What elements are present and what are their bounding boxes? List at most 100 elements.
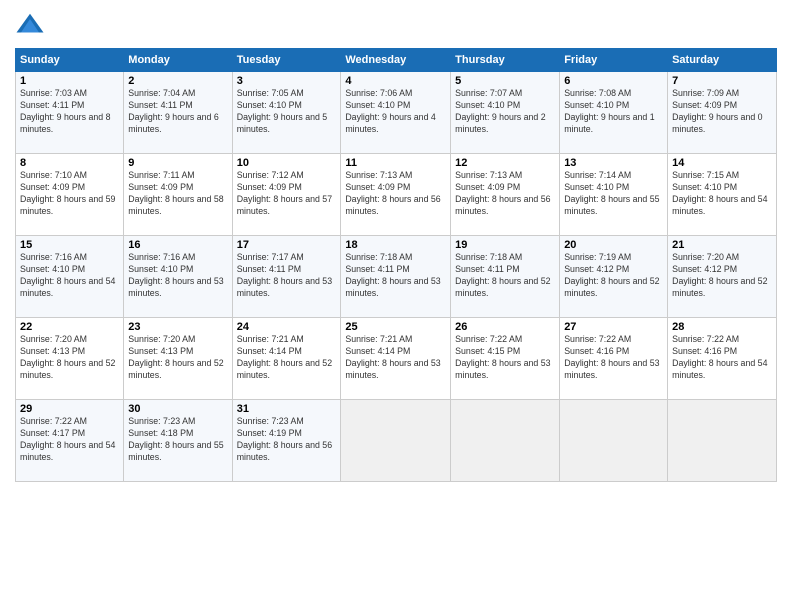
weekday-header-friday: Friday: [560, 49, 668, 72]
calendar-cell: 1Sunrise: 7:03 AM Sunset: 4:11 PM Daylig…: [16, 72, 124, 154]
calendar-cell: 17Sunrise: 7:17 AM Sunset: 4:11 PM Dayli…: [232, 236, 341, 318]
weekday-header-tuesday: Tuesday: [232, 49, 341, 72]
calendar-week-3: 15Sunrise: 7:16 AM Sunset: 4:10 PM Dayli…: [16, 236, 777, 318]
day-number: 14: [672, 157, 772, 169]
day-info: Sunrise: 7:11 AM Sunset: 4:09 PM Dayligh…: [128, 170, 227, 218]
calendar-cell: 19Sunrise: 7:18 AM Sunset: 4:11 PM Dayli…: [451, 236, 560, 318]
calendar-cell: 9Sunrise: 7:11 AM Sunset: 4:09 PM Daylig…: [124, 154, 232, 236]
day-info: Sunrise: 7:13 AM Sunset: 4:09 PM Dayligh…: [345, 170, 446, 218]
calendar-cell: 14Sunrise: 7:15 AM Sunset: 4:10 PM Dayli…: [668, 154, 777, 236]
header: [15, 10, 777, 40]
calendar-cell: 22Sunrise: 7:20 AM Sunset: 4:13 PM Dayli…: [16, 318, 124, 400]
day-info: Sunrise: 7:09 AM Sunset: 4:09 PM Dayligh…: [672, 88, 772, 136]
calendar-cell: [560, 400, 668, 482]
day-number: 9: [128, 157, 227, 169]
calendar-cell: 4Sunrise: 7:06 AM Sunset: 4:10 PM Daylig…: [341, 72, 451, 154]
day-info: Sunrise: 7:23 AM Sunset: 4:19 PM Dayligh…: [237, 416, 337, 464]
calendar-header: SundayMondayTuesdayWednesdayThursdayFrid…: [16, 49, 777, 72]
day-number: 20: [564, 239, 663, 251]
calendar-cell: 18Sunrise: 7:18 AM Sunset: 4:11 PM Dayli…: [341, 236, 451, 318]
day-info: Sunrise: 7:17 AM Sunset: 4:11 PM Dayligh…: [237, 252, 337, 300]
calendar-cell: 30Sunrise: 7:23 AM Sunset: 4:18 PM Dayli…: [124, 400, 232, 482]
day-number: 22: [20, 321, 119, 333]
day-info: Sunrise: 7:08 AM Sunset: 4:10 PM Dayligh…: [564, 88, 663, 136]
day-info: Sunrise: 7:04 AM Sunset: 4:11 PM Dayligh…: [128, 88, 227, 136]
day-number: 25: [345, 321, 446, 333]
day-number: 12: [455, 157, 555, 169]
day-number: 2: [128, 75, 227, 87]
day-number: 7: [672, 75, 772, 87]
calendar-cell: 6Sunrise: 7:08 AM Sunset: 4:10 PM Daylig…: [560, 72, 668, 154]
day-number: 17: [237, 239, 337, 251]
day-info: Sunrise: 7:21 AM Sunset: 4:14 PM Dayligh…: [345, 334, 446, 382]
calendar-cell: 5Sunrise: 7:07 AM Sunset: 4:10 PM Daylig…: [451, 72, 560, 154]
weekday-header-wednesday: Wednesday: [341, 49, 451, 72]
day-info: Sunrise: 7:20 AM Sunset: 4:13 PM Dayligh…: [20, 334, 119, 382]
day-number: 21: [672, 239, 772, 251]
day-info: Sunrise: 7:05 AM Sunset: 4:10 PM Dayligh…: [237, 88, 337, 136]
day-info: Sunrise: 7:18 AM Sunset: 4:11 PM Dayligh…: [455, 252, 555, 300]
day-number: 26: [455, 321, 555, 333]
day-number: 27: [564, 321, 663, 333]
day-number: 16: [128, 239, 227, 251]
weekday-header-monday: Monday: [124, 49, 232, 72]
day-number: 18: [345, 239, 446, 251]
day-info: Sunrise: 7:19 AM Sunset: 4:12 PM Dayligh…: [564, 252, 663, 300]
day-number: 5: [455, 75, 555, 87]
day-info: Sunrise: 7:23 AM Sunset: 4:18 PM Dayligh…: [128, 416, 227, 464]
day-info: Sunrise: 7:06 AM Sunset: 4:10 PM Dayligh…: [345, 88, 446, 136]
calendar-cell: 15Sunrise: 7:16 AM Sunset: 4:10 PM Dayli…: [16, 236, 124, 318]
day-number: 4: [345, 75, 446, 87]
day-info: Sunrise: 7:16 AM Sunset: 4:10 PM Dayligh…: [128, 252, 227, 300]
day-number: 15: [20, 239, 119, 251]
day-info: Sunrise: 7:18 AM Sunset: 4:11 PM Dayligh…: [345, 252, 446, 300]
day-info: Sunrise: 7:10 AM Sunset: 4:09 PM Dayligh…: [20, 170, 119, 218]
calendar-cell: 28Sunrise: 7:22 AM Sunset: 4:16 PM Dayli…: [668, 318, 777, 400]
calendar-week-2: 8Sunrise: 7:10 AM Sunset: 4:09 PM Daylig…: [16, 154, 777, 236]
calendar-cell: 16Sunrise: 7:16 AM Sunset: 4:10 PM Dayli…: [124, 236, 232, 318]
calendar-cell: 7Sunrise: 7:09 AM Sunset: 4:09 PM Daylig…: [668, 72, 777, 154]
day-number: 13: [564, 157, 663, 169]
calendar-cell: [341, 400, 451, 482]
calendar-cell: 10Sunrise: 7:12 AM Sunset: 4:09 PM Dayli…: [232, 154, 341, 236]
day-info: Sunrise: 7:22 AM Sunset: 4:17 PM Dayligh…: [20, 416, 119, 464]
day-number: 1: [20, 75, 119, 87]
day-info: Sunrise: 7:13 AM Sunset: 4:09 PM Dayligh…: [455, 170, 555, 218]
day-number: 29: [20, 403, 119, 415]
calendar-week-1: 1Sunrise: 7:03 AM Sunset: 4:11 PM Daylig…: [16, 72, 777, 154]
day-number: 3: [237, 75, 337, 87]
day-number: 24: [237, 321, 337, 333]
day-info: Sunrise: 7:16 AM Sunset: 4:10 PM Dayligh…: [20, 252, 119, 300]
day-info: Sunrise: 7:07 AM Sunset: 4:10 PM Dayligh…: [455, 88, 555, 136]
calendar-cell: 25Sunrise: 7:21 AM Sunset: 4:14 PM Dayli…: [341, 318, 451, 400]
calendar-cell: 23Sunrise: 7:20 AM Sunset: 4:13 PM Dayli…: [124, 318, 232, 400]
day-number: 23: [128, 321, 227, 333]
calendar-cell: 2Sunrise: 7:04 AM Sunset: 4:11 PM Daylig…: [124, 72, 232, 154]
day-number: 10: [237, 157, 337, 169]
calendar-cell: 12Sunrise: 7:13 AM Sunset: 4:09 PM Dayli…: [451, 154, 560, 236]
calendar-cell: 3Sunrise: 7:05 AM Sunset: 4:10 PM Daylig…: [232, 72, 341, 154]
calendar-cell: 26Sunrise: 7:22 AM Sunset: 4:15 PM Dayli…: [451, 318, 560, 400]
day-number: 28: [672, 321, 772, 333]
day-info: Sunrise: 7:22 AM Sunset: 4:16 PM Dayligh…: [564, 334, 663, 382]
main-container: SundayMondayTuesdayWednesdayThursdayFrid…: [0, 0, 792, 487]
day-number: 19: [455, 239, 555, 251]
day-info: Sunrise: 7:22 AM Sunset: 4:16 PM Dayligh…: [672, 334, 772, 382]
calendar-cell: 20Sunrise: 7:19 AM Sunset: 4:12 PM Dayli…: [560, 236, 668, 318]
day-info: Sunrise: 7:21 AM Sunset: 4:14 PM Dayligh…: [237, 334, 337, 382]
weekday-header-sunday: Sunday: [16, 49, 124, 72]
calendar-table: SundayMondayTuesdayWednesdayThursdayFrid…: [15, 48, 777, 482]
calendar-cell: [668, 400, 777, 482]
day-info: Sunrise: 7:22 AM Sunset: 4:15 PM Dayligh…: [455, 334, 555, 382]
calendar-cell: 24Sunrise: 7:21 AM Sunset: 4:14 PM Dayli…: [232, 318, 341, 400]
logo-icon: [15, 10, 45, 40]
logo: [15, 10, 49, 40]
day-info: Sunrise: 7:03 AM Sunset: 4:11 PM Dayligh…: [20, 88, 119, 136]
weekday-header-thursday: Thursday: [451, 49, 560, 72]
calendar-cell: 8Sunrise: 7:10 AM Sunset: 4:09 PM Daylig…: [16, 154, 124, 236]
calendar-cell: 11Sunrise: 7:13 AM Sunset: 4:09 PM Dayli…: [341, 154, 451, 236]
day-number: 11: [345, 157, 446, 169]
calendar-cell: [451, 400, 560, 482]
day-number: 31: [237, 403, 337, 415]
day-number: 30: [128, 403, 227, 415]
